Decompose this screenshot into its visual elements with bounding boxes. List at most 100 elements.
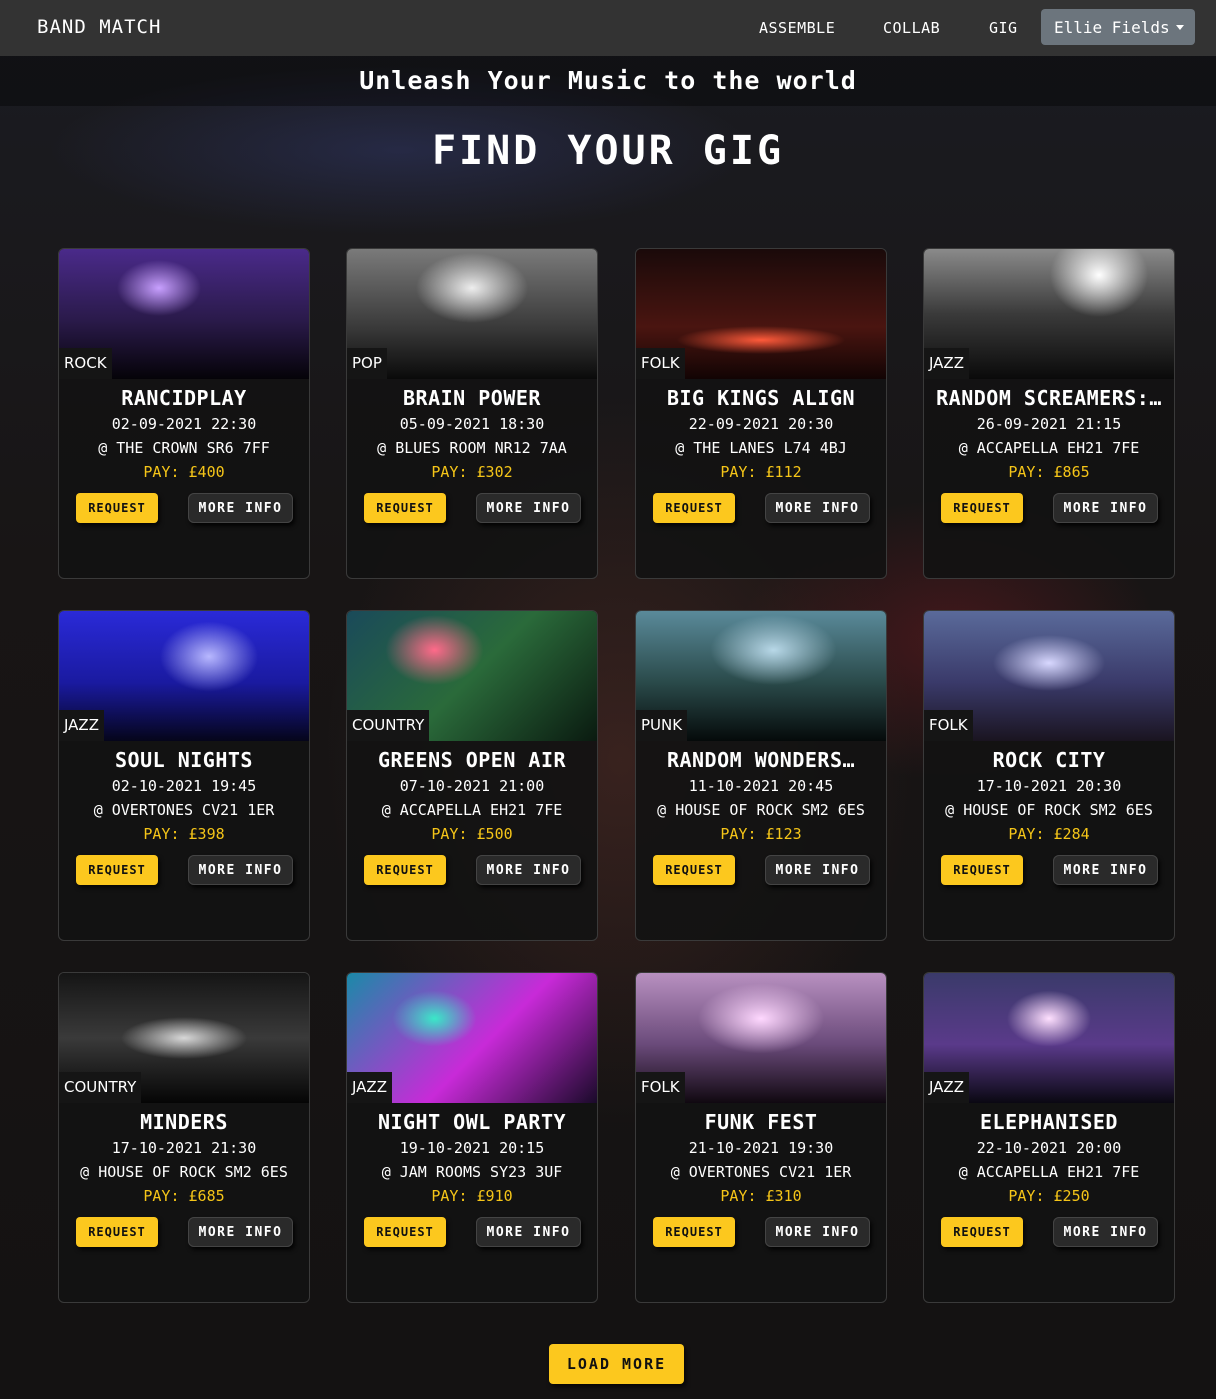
- gig-name: NIGHT OWL PARTY: [377, 1110, 567, 1134]
- request-button[interactable]: REQUEST: [364, 493, 446, 523]
- nav-links: ASSEMBLE COLLAB GIG: [0, 0, 1216, 56]
- more-info-button[interactable]: MORE INFO: [1053, 493, 1158, 523]
- top-navbar: BAND MATCH ASSEMBLE COLLAB GIG Ellie Fie…: [0, 0, 1216, 56]
- genre-tag: FOLK: [636, 1072, 685, 1103]
- gig-pay: PAY: £302: [431, 463, 513, 481]
- gig-date: 05-09-2021 18:30: [399, 415, 545, 433]
- gig-card: FOLK FUNK FEST 21-10-2021 19:30 @ OVERTO…: [635, 972, 887, 1303]
- gig-venue: @ OVERTONES CV21 1ER: [670, 1163, 852, 1181]
- gig-details: FUNK FEST 21-10-2021 19:30 @ OVERTONES C…: [636, 1108, 886, 1208]
- gig-card: POP BRAIN POWER 05-09-2021 18:30 @ BLUES…: [346, 248, 598, 579]
- gig-name: SOUL NIGHTS: [115, 748, 253, 772]
- gig-card: ROCK RANCIDPLAY 02-09-2021 22:30 @ THE C…: [58, 248, 310, 579]
- gig-venue: @ ACCAPELLA EH21 7FE: [381, 801, 563, 819]
- gig-details: RANDOM WONDERS… 11-10-2021 20:45 @ HOUSE…: [636, 746, 886, 846]
- gig-pay: PAY: £398: [143, 825, 225, 843]
- request-button[interactable]: REQUEST: [76, 493, 158, 523]
- gig-details: ROCK CITY 17-10-2021 20:30 @ HOUSE OF RO…: [924, 746, 1174, 846]
- gig-date: 22-09-2021 20:30: [688, 415, 834, 433]
- genre-tag: JAZZ: [924, 1072, 969, 1103]
- request-button[interactable]: REQUEST: [941, 1217, 1023, 1247]
- gig-details: ELEPHANISED 22-10-2021 20:00 @ ACCAPELLA…: [924, 1108, 1174, 1208]
- hero-tagline: Unleash Your Music to the world: [359, 66, 857, 95]
- more-info-button[interactable]: MORE INFO: [1053, 1217, 1158, 1247]
- gig-venue: @ ACCAPELLA EH21 7FE: [958, 439, 1140, 457]
- request-button[interactable]: REQUEST: [76, 1217, 158, 1247]
- more-info-button[interactable]: MORE INFO: [188, 493, 293, 523]
- gig-venue: @ OVERTONES CV21 1ER: [93, 801, 275, 819]
- gig-name: RANCIDPLAY: [121, 386, 247, 410]
- gig-name: BIG KINGS ALIGN: [666, 386, 856, 410]
- gig-details: GREENS OPEN AIR 07-10-2021 21:00 @ ACCAP…: [347, 746, 597, 846]
- more-info-button[interactable]: MORE INFO: [765, 1217, 870, 1247]
- gig-venue: @ BLUES ROOM NR12 7AA: [377, 439, 567, 457]
- gig-venue: @ THE LANES L74 4BJ: [675, 439, 847, 457]
- gig-date: 22-10-2021 20:00: [976, 1139, 1122, 1157]
- more-info-button[interactable]: MORE INFO: [476, 855, 581, 885]
- gig-name: BRAIN POWER: [403, 386, 541, 410]
- gig-date: 17-10-2021 20:30: [976, 777, 1122, 795]
- request-button[interactable]: REQUEST: [941, 493, 1023, 523]
- more-info-button[interactable]: MORE INFO: [765, 855, 870, 885]
- more-info-button[interactable]: MORE INFO: [188, 855, 293, 885]
- load-more-button[interactable]: LOAD MORE: [549, 1344, 684, 1384]
- gig-details: RANCIDPLAY 02-09-2021 22:30 @ THE CROWN …: [59, 384, 309, 484]
- request-button[interactable]: REQUEST: [941, 855, 1023, 885]
- gig-pay: PAY: £123: [720, 825, 802, 843]
- gig-details: MINDERS 17-10-2021 21:30 @ HOUSE OF ROCK…: [59, 1108, 309, 1208]
- request-button[interactable]: REQUEST: [653, 855, 735, 885]
- more-info-button[interactable]: MORE INFO: [1053, 855, 1158, 885]
- genre-tag: COUNTRY: [347, 710, 430, 741]
- nav-link-assemble[interactable]: ASSEMBLE: [759, 19, 835, 37]
- gig-pay: PAY: £685: [143, 1187, 225, 1205]
- more-info-button[interactable]: MORE INFO: [476, 1217, 581, 1247]
- user-name: Ellie Fields: [1054, 17, 1170, 37]
- request-button[interactable]: REQUEST: [653, 1217, 735, 1247]
- more-info-button[interactable]: MORE INFO: [476, 493, 581, 523]
- gig-pay: PAY: £250: [1008, 1187, 1090, 1205]
- genre-tag: POP: [347, 348, 387, 379]
- genre-tag: JAZZ: [347, 1072, 392, 1103]
- gig-card: FOLK BIG KINGS ALIGN 22-09-2021 20:30 @ …: [635, 248, 887, 579]
- user-menu-button[interactable]: Ellie Fields: [1041, 9, 1195, 45]
- gig-venue: @ THE CROWN SR6 7FF: [98, 439, 270, 457]
- gig-details: BRAIN POWER 05-09-2021 18:30 @ BLUES ROO…: [347, 384, 597, 484]
- gig-card: COUNTRY MINDERS 17-10-2021 21:30 @ HOUSE…: [58, 972, 310, 1303]
- genre-tag: FOLK: [636, 348, 685, 379]
- genre-tag: PUNK: [636, 710, 688, 741]
- gig-card: PUNK RANDOM WONDERS… 11-10-2021 20:45 @ …: [635, 610, 887, 941]
- nav-link-collab[interactable]: COLLAB: [883, 19, 940, 37]
- gig-venue: @ ACCAPELLA EH21 7FE: [958, 1163, 1140, 1181]
- nav-link-gig[interactable]: GIG: [989, 19, 1018, 37]
- gig-pay: PAY: £500: [431, 825, 513, 843]
- gig-card: JAZZ ELEPHANISED 22-10-2021 20:00 @ ACCA…: [923, 972, 1175, 1303]
- gig-card: JAZZ SOUL NIGHTS 02-10-2021 19:45 @ OVER…: [58, 610, 310, 941]
- request-button[interactable]: REQUEST: [76, 855, 158, 885]
- gig-name: GREENS OPEN AIR: [377, 748, 567, 772]
- more-info-button[interactable]: MORE INFO: [188, 1217, 293, 1247]
- gig-details: BIG KINGS ALIGN 22-09-2021 20:30 @ THE L…: [636, 384, 886, 484]
- page-title: FIND YOUR GIG: [431, 128, 785, 174]
- request-button[interactable]: REQUEST: [364, 855, 446, 885]
- gig-pay: PAY: £865: [1008, 463, 1090, 481]
- gig-name: RANDOM SCREAMERS:…: [936, 386, 1162, 410]
- gig-name: MINDERS: [140, 1110, 228, 1134]
- gig-pay: PAY: £400: [143, 463, 225, 481]
- gig-card: FOLK ROCK CITY 17-10-2021 20:30 @ HOUSE …: [923, 610, 1175, 941]
- gig-details: SOUL NIGHTS 02-10-2021 19:45 @ OVERTONES…: [59, 746, 309, 846]
- request-button[interactable]: REQUEST: [364, 1217, 446, 1247]
- gig-date: 11-10-2021 20:45: [688, 777, 834, 795]
- gig-card: COUNTRY GREENS OPEN AIR 07-10-2021 21:00…: [346, 610, 598, 941]
- gig-details: NIGHT OWL PARTY 19-10-2021 20:15 @ JAM R…: [347, 1108, 597, 1208]
- gig-name: RANDOM WONDERS…: [666, 748, 856, 772]
- gig-details: RANDOM SCREAMERS:… 26-09-2021 21:15 @ AC…: [924, 384, 1174, 484]
- genre-tag: COUNTRY: [59, 1072, 142, 1103]
- genre-tag: FOLK: [924, 710, 973, 741]
- gig-date: 21-10-2021 19:30: [688, 1139, 834, 1157]
- gig-name: ELEPHANISED: [980, 1110, 1118, 1134]
- gig-date: 26-09-2021 21:15: [976, 415, 1122, 433]
- gig-pay: PAY: £284: [1008, 825, 1090, 843]
- more-info-button[interactable]: MORE INFO: [765, 493, 870, 523]
- gig-pay: PAY: £310: [720, 1187, 802, 1205]
- request-button[interactable]: REQUEST: [653, 493, 735, 523]
